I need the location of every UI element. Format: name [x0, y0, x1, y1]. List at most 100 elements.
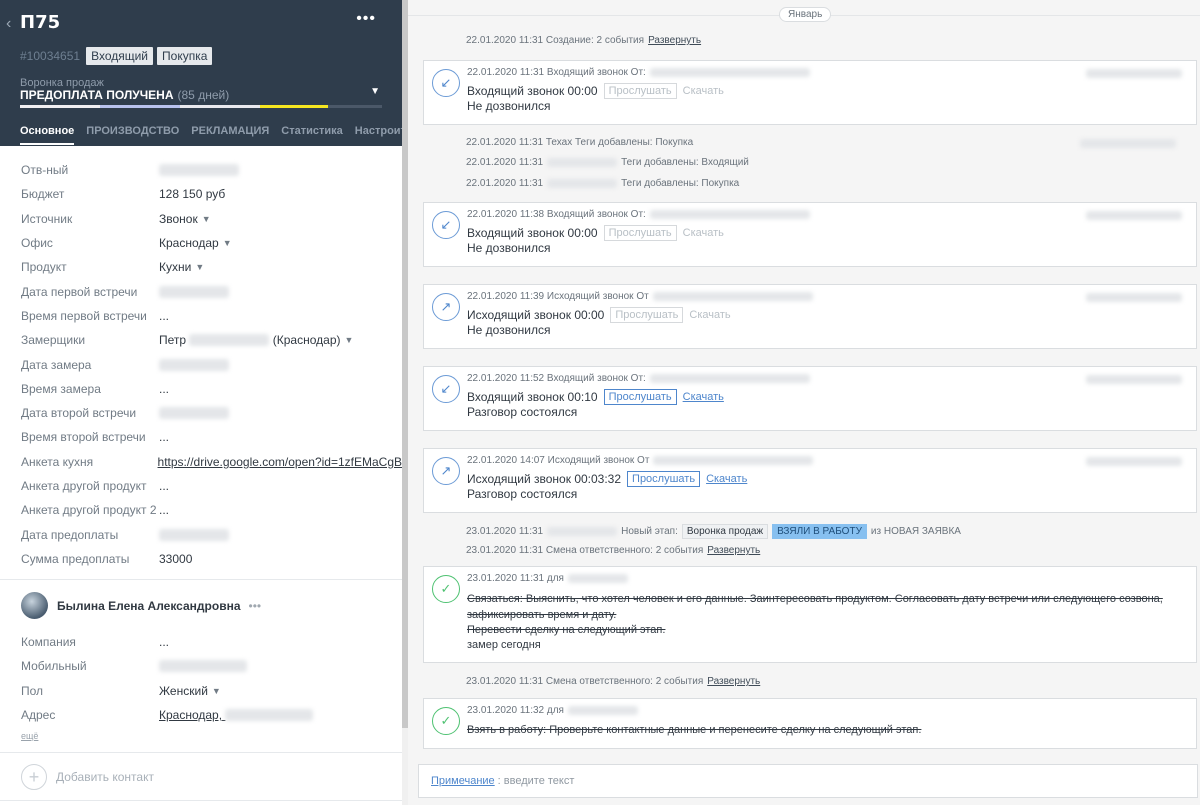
download-link[interactable]: Скачать: [683, 391, 724, 403]
call-status: Разговор состоялся: [467, 405, 578, 419]
first-meeting-time[interactable]: ...: [159, 309, 169, 323]
second-meeting-time[interactable]: ...: [159, 430, 169, 444]
task-meta: 23.01.2020 11:31 для: [467, 573, 628, 584]
task-result: замер сегодня: [467, 639, 541, 651]
source-select[interactable]: Звонок ▼: [159, 212, 211, 226]
download-link[interactable]: Скачать: [683, 85, 724, 97]
measure-time[interactable]: ...: [159, 382, 169, 396]
contact-name[interactable]: Былина Елена Александровна: [57, 599, 241, 613]
month-label: Январь: [779, 7, 832, 22]
expand-link[interactable]: Развернуть: [648, 35, 701, 46]
tab-reclamation[interactable]: РЕКЛАМАЦИЯ: [191, 125, 269, 145]
listen-button[interactable]: Прослушать: [610, 307, 684, 323]
task-text: Взять в работу: Проверьте контактные дан…: [467, 724, 922, 736]
field-label: Офис: [21, 236, 53, 251]
lead-header: ‹ П75 ••• #10034651 Входящий Покупка Вор…: [0, 0, 402, 146]
system-event: 22.01.2020 11:31 Техах Теги добавлены: П…: [466, 137, 694, 148]
field-row: Дата второй встречи: [0, 401, 402, 425]
measure-date[interactable]: [159, 358, 229, 371]
task-meta: 23.01.2020 11:32 для: [467, 705, 638, 716]
note-input[interactable]: Примечание: введите текст: [418, 764, 1198, 798]
field-row: Дата замера: [0, 352, 402, 376]
chevron-down-icon: ▼: [201, 213, 211, 224]
more-menu-icon[interactable]: •••: [356, 10, 376, 28]
lead-id-row: #10034651 Входящий Покупка: [20, 47, 213, 65]
kitchen-form-link[interactable]: https://drive.google.com/open?id=1zfEMaC…: [158, 455, 402, 469]
show-more-link[interactable]: ещё: [21, 731, 38, 741]
contact-fields: Компания... Мобильный Пол Женский ▼ Адрес К…: [0, 630, 402, 727]
chevron-down-icon[interactable]: ▼: [370, 86, 380, 97]
responsible-value[interactable]: [159, 164, 239, 177]
add-contact-label: Добавить контакт: [56, 770, 154, 784]
avatar[interactable]: [21, 592, 48, 619]
field-row: Бюджет 128 150 руб: [0, 182, 402, 206]
company-value[interactable]: ...: [159, 635, 169, 649]
field-label: Адрес: [21, 708, 56, 723]
call-title-row: Входящий звонок 00:00 Прослушать Скачать: [467, 225, 724, 241]
field-label: Продукт: [21, 260, 67, 275]
divider: [0, 752, 402, 753]
lead-fields: Отв-ный Бюджет 128 150 руб Источник Звонок…: [0, 158, 402, 571]
tab-settings[interactable]: Настроить: [355, 125, 402, 145]
field-label: Анкета кухня: [21, 454, 94, 469]
system-event: 23.01.2020 11:31 Смена ответственного: 2…: [466, 676, 761, 687]
field-row: Компания...: [0, 630, 402, 654]
field-label: Компания: [21, 635, 76, 650]
note-placeholder: : введите текст: [497, 775, 575, 787]
download-link[interactable]: Скачать: [706, 473, 747, 485]
gender-select[interactable]: Женский ▼: [159, 684, 221, 698]
call-title-row: Исходящий звонок 00:03:32 Прослушать Скача…: [467, 471, 748, 487]
expand-link[interactable]: Развернуть: [707, 545, 760, 556]
progress-segment: [20, 105, 100, 108]
tab-main[interactable]: Основное: [20, 125, 75, 145]
call-title-row: Исходящий звонок 00:00 Прослушать Скачать: [467, 307, 731, 323]
incoming-call-icon: ↙: [432, 375, 460, 403]
measurer-select[interactable]: Петр (Краснодар) ▼: [159, 333, 353, 347]
tab-statistics[interactable]: Статистика: [281, 125, 343, 145]
other-product-form-2[interactable]: ...: [159, 503, 169, 517]
contact-menu-icon[interactable]: •••: [249, 599, 262, 613]
field-row: Офис Краснодар ▼: [0, 231, 402, 255]
product-select[interactable]: Кухни ▼: [159, 260, 204, 274]
call-status: Не дозвонился: [467, 241, 551, 255]
tag-purchase[interactable]: Покупка: [157, 47, 213, 65]
lead-title[interactable]: П75: [20, 12, 60, 33]
expand-link[interactable]: Развернуть: [707, 676, 760, 687]
download-link[interactable]: Скачать: [683, 227, 724, 239]
stage-selector[interactable]: ПРЕДОПЛАТА ПОЛУЧЕНА (85 дней): [20, 88, 229, 102]
call-meta: 22.01.2020 11:38 Входящий звонок От:: [467, 209, 810, 220]
add-contact-button[interactable]: + Добавить контакт: [21, 764, 154, 790]
prepayment-sum[interactable]: 33000: [159, 552, 192, 566]
check-icon[interactable]: ✓: [432, 707, 460, 735]
field-row: Время замера...: [0, 377, 402, 401]
task-card: ✓ 23.01.2020 11:31 для Связаться: Выясни…: [423, 566, 1197, 663]
prepayment-date[interactable]: [159, 528, 229, 541]
first-meeting-date[interactable]: [159, 285, 229, 298]
field-row: Мобильный: [0, 654, 402, 678]
other-product-form[interactable]: ...: [159, 479, 169, 493]
back-arrow-icon[interactable]: ‹: [6, 15, 11, 33]
listen-button[interactable]: Прослушать: [603, 225, 677, 241]
listen-button[interactable]: Прослушать: [603, 83, 677, 99]
check-icon[interactable]: ✓: [432, 575, 460, 603]
field-row: Анкета другой продукт 2...: [0, 498, 402, 522]
field-label: Дата замера: [21, 357, 92, 372]
listen-button[interactable]: Прослушать: [627, 471, 701, 487]
chevron-down-icon: ▼: [222, 238, 232, 249]
chevron-down-icon: ▼: [344, 335, 354, 346]
office-select[interactable]: Краснодар ▼: [159, 236, 232, 250]
tab-production[interactable]: ПРОИЗВОДСТВО: [86, 125, 179, 145]
mobile-value[interactable]: [159, 660, 247, 673]
stage-days: (85 дней): [177, 88, 230, 102]
address-link[interactable]: Краснодар,: [159, 708, 314, 722]
second-meeting-date[interactable]: [159, 407, 229, 420]
field-row: Анкета кухня https://drive.google.com/ope…: [0, 450, 402, 474]
field-row: Пол Женский ▼: [0, 679, 402, 703]
call-meta: 22.01.2020 11:39 Исходящий звонок От: [467, 291, 813, 302]
listen-button[interactable]: Прослушать: [603, 389, 677, 405]
field-label: Время второй встречи: [21, 430, 146, 445]
budget-value[interactable]: 128 150 руб: [159, 187, 225, 201]
download-link[interactable]: Скачать: [689, 309, 730, 321]
note-type-link[interactable]: Примечание: [431, 775, 495, 787]
tag-incoming[interactable]: Входящий: [86, 47, 154, 65]
